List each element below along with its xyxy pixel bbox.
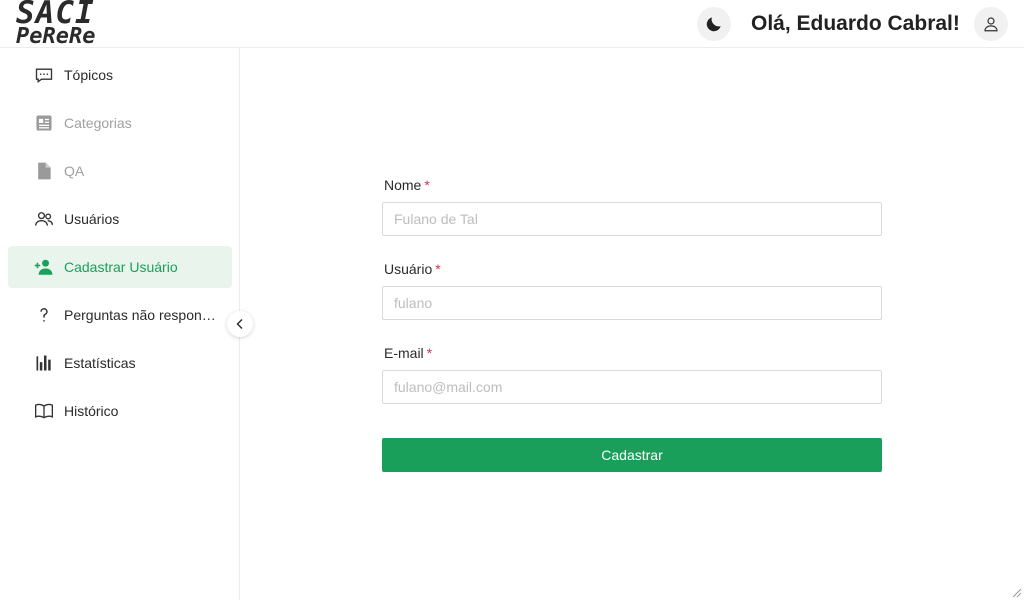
sidebar-item-label: Perguntas não respondidas — [64, 307, 220, 323]
sidebar-item-cadastrar-usuario[interactable]: Cadastrar Usuário — [8, 246, 232, 288]
book-icon — [34, 401, 54, 421]
required-marker: * — [426, 345, 433, 361]
chevron-left-icon — [236, 318, 243, 330]
sidebar-item-label: Usuários — [64, 211, 120, 227]
required-marker: * — [435, 261, 441, 277]
sidebar: Tópicos Categorias QA Usuários Cadastrar… — [0, 48, 240, 600]
user-icon — [984, 17, 998, 32]
username-label-text: Usuário — [384, 261, 433, 277]
username-label: Usuário * — [384, 261, 441, 277]
users-icon — [34, 209, 54, 229]
username-input[interactable] — [382, 286, 882, 320]
name-label: Nome * — [384, 177, 430, 193]
sidebar-item-qa[interactable]: QA — [8, 150, 232, 192]
sidebar-item-historico[interactable]: Histórico — [8, 390, 232, 432]
moon-icon — [706, 17, 721, 32]
sidebar-item-label: Cadastrar Usuário — [64, 259, 178, 275]
newspaper-icon — [34, 113, 54, 133]
submit-button[interactable]: Cadastrar — [382, 438, 882, 472]
email-input[interactable] — [382, 370, 882, 404]
logo-line-2: PeReRe — [16, 23, 96, 49]
chat-icon — [34, 65, 54, 85]
sidebar-item-topicos[interactable]: Tópicos — [8, 54, 232, 96]
theme-toggle-button[interactable] — [697, 7, 731, 41]
sidebar-item-categorias[interactable]: Categorias — [8, 102, 232, 144]
top-header: SACI PeReRe Olá, Eduardo Cabral! — [0, 0, 1024, 48]
bar-chart-icon — [34, 353, 54, 373]
app-logo[interactable]: SACI PeReRe — [16, 0, 95, 47]
email-label-text: E-mail — [384, 345, 424, 361]
sidebar-item-label: Estatísticas — [64, 355, 136, 371]
sidebar-item-estatisticas[interactable]: Estatísticas — [8, 342, 232, 384]
question-icon — [34, 305, 54, 325]
name-label-text: Nome — [384, 177, 422, 193]
user-menu-button[interactable] — [974, 7, 1008, 41]
required-marker: * — [424, 177, 430, 193]
file-icon — [34, 161, 54, 181]
resize-grip-icon[interactable] — [1010, 586, 1022, 598]
sidebar-item-label: Tópicos — [64, 67, 114, 83]
user-add-icon — [34, 257, 54, 277]
sidebar-item-label: Histórico — [64, 403, 119, 419]
sidebar-collapse-button[interactable] — [227, 311, 253, 337]
sidebar-item-perguntas-nao-respondidas[interactable]: Perguntas não respondidas — [8, 294, 232, 336]
email-label: E-mail * — [384, 345, 432, 361]
sidebar-item-label: QA — [64, 163, 85, 179]
sidebar-item-label: Categorias — [64, 115, 132, 131]
sidebar-item-usuarios[interactable]: Usuários — [8, 198, 232, 240]
name-input[interactable] — [382, 202, 882, 236]
user-greeting: Olá, Eduardo Cabral! — [751, 12, 960, 35]
